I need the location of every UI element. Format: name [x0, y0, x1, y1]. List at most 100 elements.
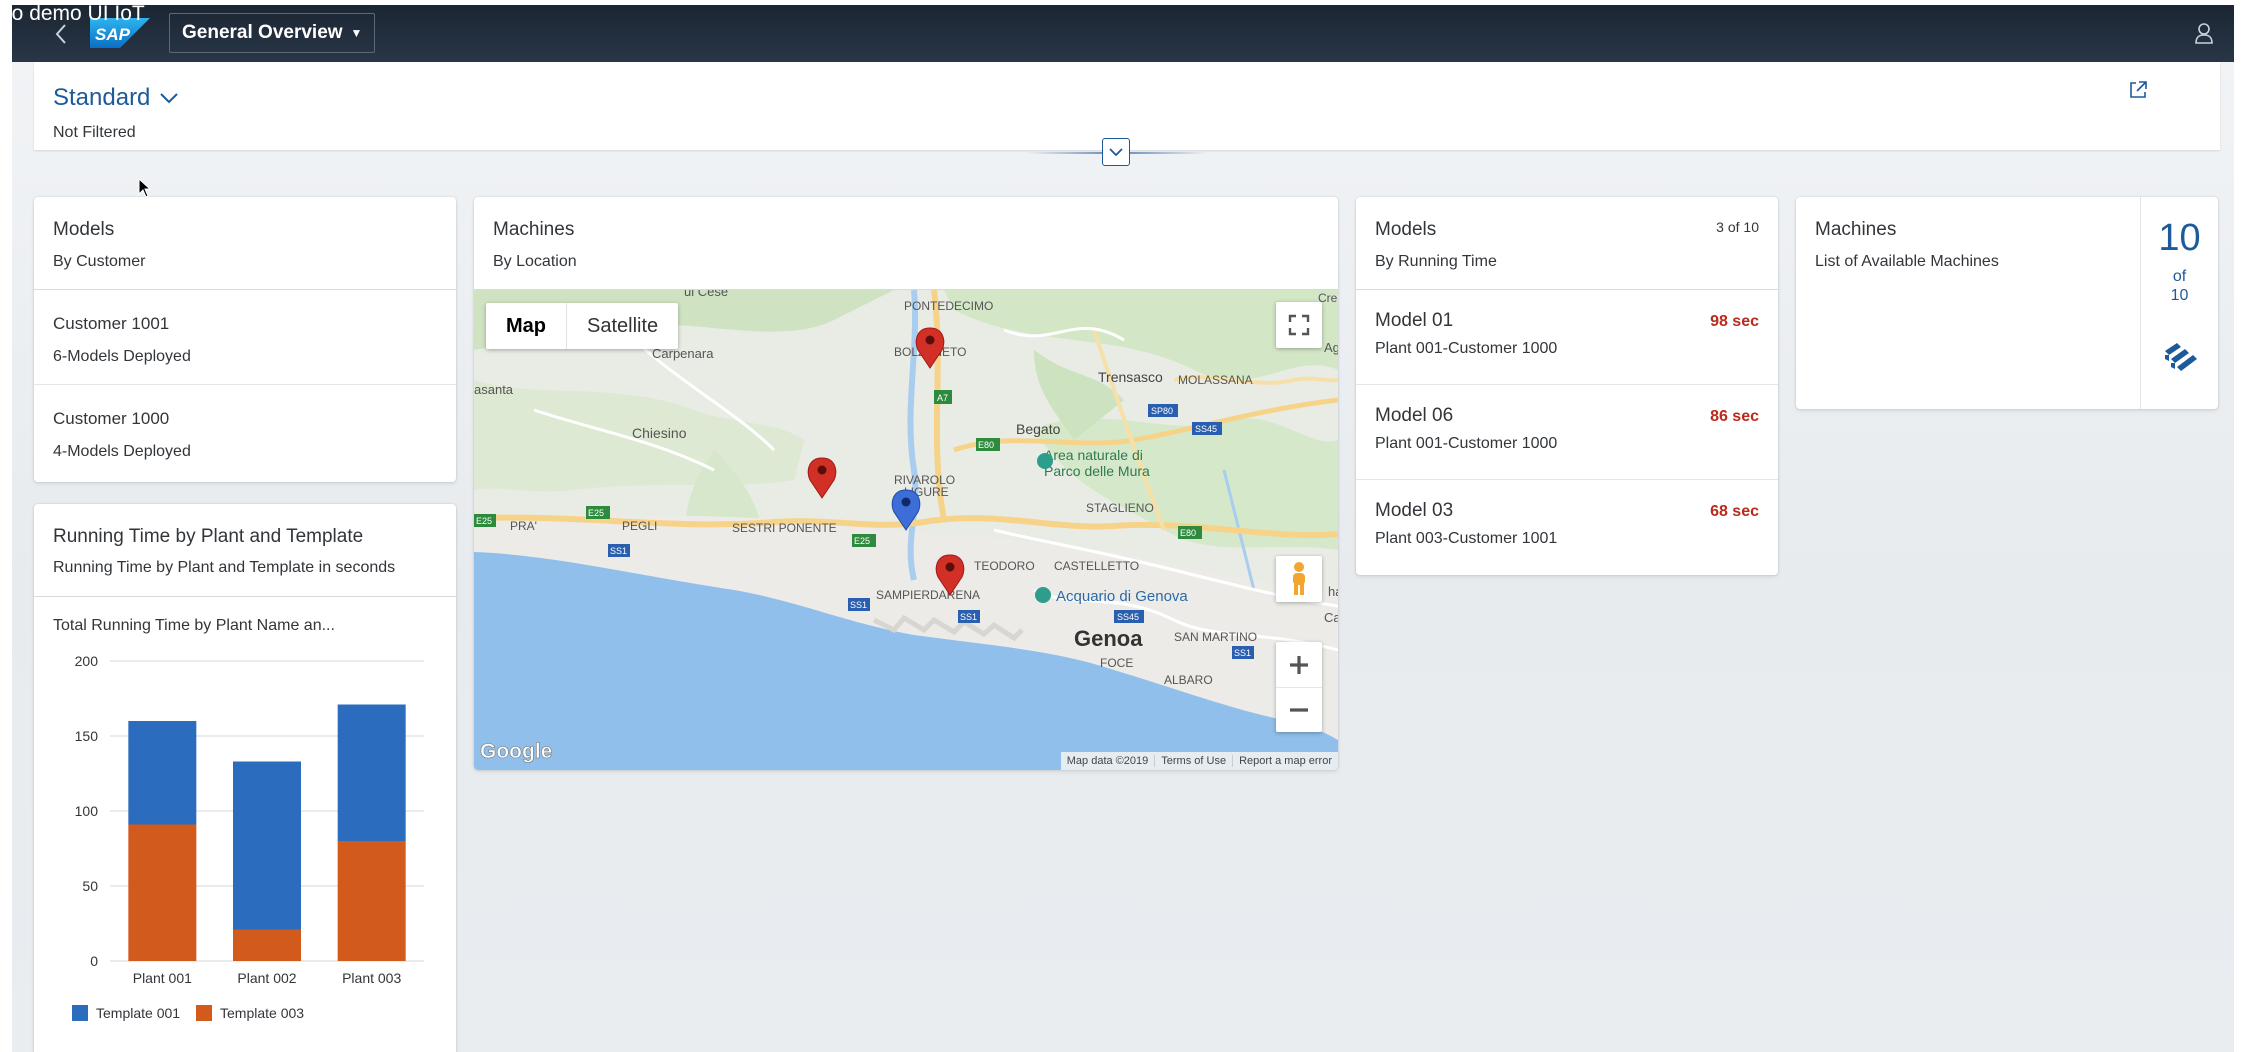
terms-of-use-link[interactable]: Terms of Use	[1154, 755, 1232, 767]
map-label: Begato	[1016, 421, 1061, 437]
list-item[interactable]: Model 06 Plant 001-Customer 1000 86 sec	[1356, 385, 1778, 480]
legend-swatch	[72, 1005, 88, 1021]
map-attribution: Map data ©2019 Terms of Use Report a map…	[1060, 752, 1338, 770]
google-logo: Google	[480, 740, 552, 763]
bar-segment	[337, 704, 406, 841]
map-label: MOLASSANA	[1178, 373, 1253, 387]
map-label: asanta	[474, 382, 514, 397]
map-label: SAN MARTINO	[1174, 630, 1257, 644]
map-label: Acquario di Genova	[1056, 588, 1188, 605]
road-shield: SS1	[850, 600, 867, 610]
road-shield: SP80	[1151, 406, 1173, 416]
map[interactable]: ui Cese PONTEDECIMO Carpenara asanta Chi…	[474, 290, 1338, 770]
map-label: Parco delle Mura	[1044, 463, 1150, 479]
zoom-out-button[interactable]	[1276, 688, 1322, 732]
map-label: ALBARO	[1164, 673, 1213, 687]
card-header[interactable]: Models By Customer	[34, 197, 456, 290]
expand-header-button[interactable]	[1102, 138, 1130, 166]
map-data-credit: Map data ©2019	[1066, 755, 1149, 767]
share-button[interactable]	[2128, 80, 2148, 105]
y-tick-label: 50	[82, 878, 98, 894]
bar-segment	[233, 761, 301, 930]
chevron-left-icon	[55, 24, 66, 44]
pegman-icon	[1293, 562, 1305, 595]
mouse-cursor	[138, 178, 152, 198]
machines-icon	[2165, 343, 2197, 371]
card-subtitle: By Location	[493, 253, 577, 270]
card-title: Machines	[1815, 219, 1897, 240]
fullscreen-icon	[1288, 314, 1310, 336]
card-title: Machines	[493, 219, 575, 240]
card-header[interactable]: Running Time by Plant and Template Runni…	[34, 504, 456, 597]
road-shield: E25	[588, 508, 604, 518]
x-tick-label: Plant 003	[342, 970, 401, 986]
list-item-description: 6-Models Deployed	[53, 348, 191, 365]
chevron-down-icon	[160, 92, 179, 103]
card-header[interactable]: Machines By Location	[474, 197, 1338, 290]
map-label: ui Cese	[684, 290, 728, 299]
map-label: PONTEDECIMO	[904, 299, 993, 313]
caret-down-icon: ▼	[350, 26, 363, 40]
machines-list-card[interactable]: Machines List of Available Machines 10 o…	[1796, 197, 2218, 409]
card-title: Models	[1375, 219, 1437, 240]
running-time-card[interactable]: Running Time by Plant and Template Runni…	[34, 504, 456, 1052]
card-subtitle: List of Available Machines	[1815, 253, 1999, 270]
list-item[interactable]: Model 01 Plant 001-Customer 1000 98 sec	[1356, 290, 1778, 385]
y-tick-label: 0	[90, 953, 98, 969]
kpi-panel[interactable]: 10 of 10	[2140, 197, 2218, 409]
list-item-value: 68 sec	[1710, 503, 1759, 520]
zoom-control	[1276, 642, 1322, 732]
fullscreen-button[interactable]	[1276, 302, 1322, 348]
app-title-menu[interactable]: General Overview ▼	[169, 13, 376, 53]
map-type-satellite-button[interactable]: Satellite	[567, 303, 678, 349]
road-shield: E80	[978, 440, 994, 450]
variant-name: Standard	[53, 84, 151, 111]
map-label: TEODORO	[974, 559, 1035, 573]
bar-segment	[128, 721, 197, 825]
map-type-map-button[interactable]: Map	[486, 303, 567, 349]
share-icon	[2130, 81, 2147, 98]
bar-segment	[233, 929, 301, 961]
variant-management[interactable]: Standard	[53, 84, 179, 112]
list-item[interactable]: Customer 1001 6-Models Deployed	[34, 290, 456, 385]
user-button[interactable]	[2194, 22, 2214, 49]
list-item-title: Model 06	[1375, 405, 1454, 426]
item-count: 3 of 10	[1716, 219, 1759, 235]
window-corner-label: eo demo UI IoT	[0, 2, 145, 25]
map-canvas[interactable]: ui Cese PONTEDECIMO Carpenara asanta Chi…	[474, 290, 1338, 770]
road-shield: SS1	[960, 612, 977, 622]
list-item[interactable]: Customer 1000 4-Models Deployed	[34, 385, 456, 480]
zoom-in-button[interactable]	[1276, 643, 1322, 688]
road-shield: E25	[476, 516, 492, 526]
bar-segment	[128, 824, 197, 961]
stacked-bar-chart: 0 50 100 150 200 Plant 001 Plant 002 Plant 003 T…	[72, 653, 424, 1021]
card-subtitle: By Customer	[53, 253, 146, 270]
kpi-value: 10	[2158, 217, 2201, 259]
list-item-value: 98 sec	[1710, 313, 1759, 330]
chevron-down-icon	[1109, 147, 1123, 156]
models-by-customer-card[interactable]: Models By Customer Customer 1001 6-Model…	[34, 197, 456, 482]
machines-map-card[interactable]: Machines By Location ui Cese PONTEDECIMO…	[474, 197, 1338, 770]
map-label: STAGLIENO	[1086, 501, 1154, 515]
map-label: Trensasco	[1098, 369, 1163, 385]
report-map-error-link[interactable]: Report a map error	[1232, 755, 1338, 767]
map-type-control: Map Satellite	[486, 303, 679, 349]
legend-label: Template 003	[220, 1005, 304, 1021]
map-label: Ag	[1324, 340, 1338, 355]
map-label: FOCE	[1100, 656, 1133, 670]
list-item-description: Plant 003-Customer 1001	[1375, 530, 1558, 547]
list-item-title: Model 01	[1375, 310, 1454, 331]
map-label: SAMPIERDARENA	[876, 588, 980, 602]
map-label: PEGLI	[622, 519, 657, 533]
card-title: Running Time by Plant and Template	[53, 526, 364, 547]
models-running-time-card[interactable]: Models By Running Time 3 of 10 Model 01 …	[1356, 197, 1778, 575]
map-label: CASTELLETTO	[1054, 559, 1139, 573]
map-label: SESTRI PONENTE	[732, 521, 837, 535]
road-shield: SS45	[1195, 424, 1217, 434]
street-view-pegman[interactable]	[1276, 556, 1322, 602]
list-item[interactable]: Model 03 Plant 003-Customer 1001 68 sec	[1356, 480, 1778, 575]
card-header[interactable]: Models By Running Time 3 of 10	[1356, 197, 1778, 290]
card-title: Models	[53, 219, 115, 240]
road-shield: SS1	[610, 546, 627, 556]
map-label: PRA'	[510, 519, 537, 533]
